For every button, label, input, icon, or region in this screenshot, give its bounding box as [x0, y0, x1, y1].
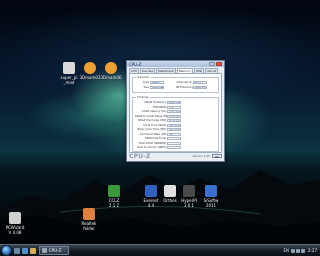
timing-row: Bank Cycle Time (tRC) 27 clocks	[137, 128, 182, 131]
timings-group-title: Timings	[136, 95, 150, 99]
desktop-icon-sisoft[interactable]: SiSoftw 2011	[192, 185, 230, 208]
quicklaunch-folder-icon[interactable]	[30, 247, 36, 254]
volume-icon[interactable]	[296, 248, 301, 253]
cpuz-footer: CPU-Z Version 1.55 OK	[129, 152, 222, 160]
timing-row: FSB:DRAM 1:4	[135, 105, 216, 109]
quicklaunch-browser-icon[interactable]	[22, 247, 28, 254]
timing-row: Command Rate (CR) 1T	[135, 132, 216, 136]
field-channels: Channels # Dual	[176, 81, 219, 84]
clock[interactable]: 2:27	[308, 248, 317, 253]
field-type: Type DDR3	[133, 81, 176, 84]
timing-row: DRAM Frequency833.2 MHz	[144, 101, 182, 104]
cpuz-version: Version 1.55	[192, 154, 210, 158]
timing-row: Total CAS# (tRDRAM)	[135, 141, 216, 145]
desktop-icon-pcwizard[interactable]: PCWizard V 4.08	[0, 212, 34, 235]
field-nb-frequency: NB Frequency 1666.5 MHz	[175, 86, 207, 89]
desktop-icon-cclz[interactable]: CCLZ 2.1.2	[95, 185, 133, 208]
app-icon	[9, 212, 21, 224]
general-group-title: General	[136, 75, 150, 79]
cpuz-title: CPU-Z	[129, 61, 142, 67]
language-indicator[interactable]: EN	[283, 248, 289, 253]
timing-row: Cycle Time (tRAS) 20 clocks	[143, 123, 182, 127]
desktop[interactable]: super_pi _mod 3Dmark03 3Dmark06 CCLZ 2.1…	[0, 0, 320, 244]
app-icon	[105, 62, 117, 74]
memory-panel: General Type DDR3 Size 4096 MBytes Chann…	[129, 73, 222, 153]
desktop-icon-3dmark06[interactable]: 3Dmark06	[92, 62, 130, 80]
ok-button[interactable]: OK	[211, 154, 222, 159]
close-button[interactable]	[216, 62, 222, 66]
timing-row: RAS# to CAS# Delay (tRCD)7 clocks	[135, 114, 182, 118]
timing-row: RAS# Precharge (tRP) 7 clocks	[137, 119, 182, 122]
cpuz-icon	[42, 248, 47, 253]
app-icon	[205, 185, 217, 197]
cpuz-window[interactable]: CPU-Z CPU Caches Mainboard Memory SPD Ab…	[126, 60, 225, 162]
start-button[interactable]	[1, 245, 12, 256]
general-group: General Type DDR3 Size 4096 MBytes Chann…	[132, 75, 219, 93]
app-icon	[108, 185, 120, 197]
network-icon[interactable]	[291, 248, 296, 253]
timing-row: Row To Column (tRCD)	[135, 146, 216, 149]
tray-app-icon[interactable]	[301, 248, 306, 253]
timings-group: Timings DRAM Frequency833.2 MHz FSB:DRAM…	[132, 95, 219, 152]
taskbar-item-cpuz[interactable]: CPU-Z	[39, 246, 69, 255]
quicklaunch-desktop-icon[interactable]	[14, 247, 20, 254]
taskbar: CPU-Z EN 2:27	[0, 244, 320, 256]
timing-row: DRAM Idle Timer	[135, 137, 216, 140]
cpuz-brand: CPU-Z	[129, 152, 151, 160]
system-tray: EN 2:27	[280, 245, 320, 256]
minimize-button[interactable]	[209, 62, 215, 66]
timing-row: CAS# Latency (CL) 7.0 clocks	[141, 110, 182, 113]
desktop-icon-realtek[interactable]: Realtek folder	[70, 208, 108, 231]
field-size: Size 4096 MBytes	[143, 86, 164, 89]
app-icon	[83, 208, 95, 220]
